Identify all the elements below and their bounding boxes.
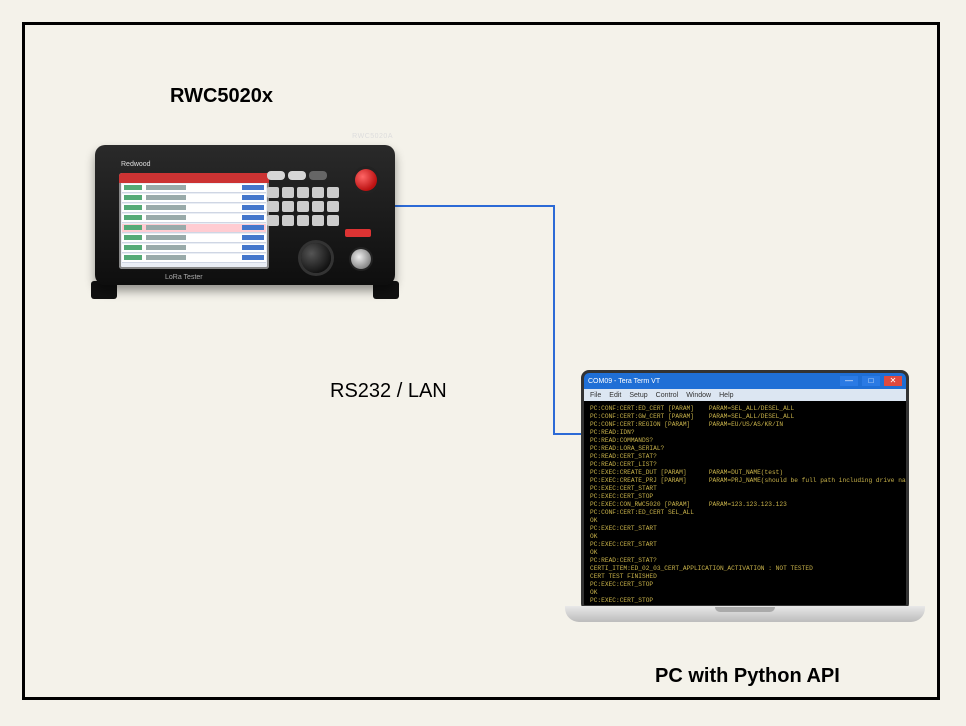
device-controls <box>267 171 377 271</box>
device-brand: Redwood <box>121 161 151 168</box>
laptop: COM09 - Tera Term VT — □ ✕ File Edit Set… <box>565 370 925 650</box>
status-badge-icon <box>345 229 371 237</box>
menu-edit: Edit <box>609 392 621 399</box>
minimize-icon: — <box>840 376 858 386</box>
menu-file: File <box>590 392 601 399</box>
connection-line <box>395 205 555 207</box>
window-menubar: File Edit Setup Control Window Help <box>584 389 906 401</box>
pc-label: PC with Python API <box>655 665 840 688</box>
device-model: RWC5020A <box>352 133 393 140</box>
close-icon: ✕ <box>884 376 902 386</box>
menu-window: Window <box>686 392 711 399</box>
window-titlebar: COM09 - Tera Term VT — □ ✕ <box>584 373 906 389</box>
device-label: RWC5020x <box>170 85 273 108</box>
connection-line <box>553 205 555 435</box>
diagram-frame: RWC5020x RS232 / LAN PC with Python API … <box>22 22 940 700</box>
menu-help: Help <box>719 392 733 399</box>
menu-control: Control <box>656 392 679 399</box>
window-title: COM09 - Tera Term VT <box>588 378 836 385</box>
rotary-knob-icon <box>301 243 331 273</box>
device-footer-label: LoRa Tester <box>165 274 203 281</box>
terminal-output: PC:CONF:CERT:ED_CERT [PARAM] PARAM=SEL_A… <box>584 401 906 605</box>
test-instrument: Redwood RWC5020A <box>85 135 405 305</box>
laptop-screen: COM09 - Tera Term VT — □ ✕ File Edit Set… <box>581 370 909 608</box>
laptop-notch <box>715 607 775 612</box>
maximize-icon: □ <box>862 376 880 386</box>
connection-label: RS232 / LAN <box>330 380 447 403</box>
device-screen <box>119 173 269 269</box>
menu-setup: Setup <box>629 392 647 399</box>
device-body: Redwood RWC5020A <box>95 145 395 285</box>
rf-port-icon <box>351 249 371 269</box>
